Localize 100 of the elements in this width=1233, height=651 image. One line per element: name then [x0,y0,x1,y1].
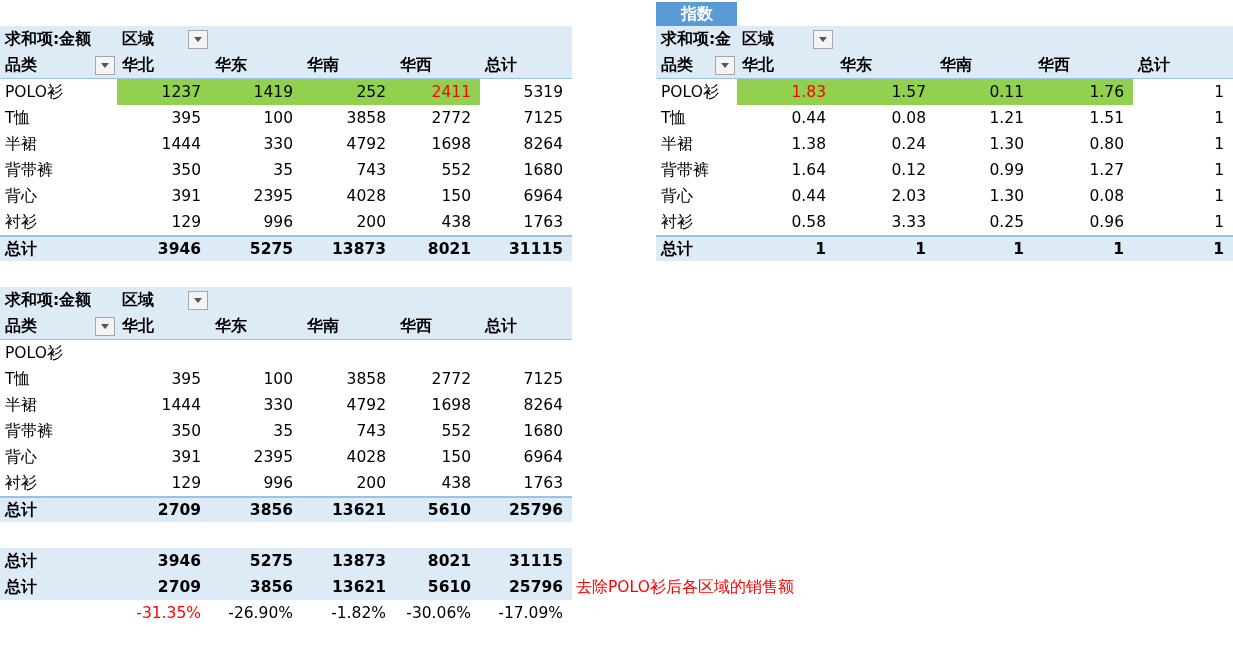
table-cell-text: 2.03 [890,186,927,208]
table-cell: 8021 [395,548,480,574]
filter-dropdown-button[interactable] [715,55,735,75]
table-cell-text: 1763 [522,212,564,233]
table-cell-text: 1.51 [1088,108,1125,130]
table-cell-text: 35 [272,421,294,442]
row-label: 背心 [4,186,38,207]
table-cell: 2709 [117,574,210,600]
table-cell-text: 391 [170,447,202,468]
table-cell-text: 3858 [345,108,387,129]
table-cell-text: 1 [1012,239,1025,261]
row-label: T恤 [660,108,688,130]
table-cell-text: 438 [440,212,472,233]
filter-dropdown-button[interactable] [188,29,208,49]
row-label: T恤 [4,108,32,129]
table-cell-text: 13621 [331,500,387,521]
table-cell-text: 330 [262,134,294,155]
table-cell-text: 4792 [345,134,387,155]
table-cell-text: 100 [262,108,294,129]
table-cell-text: 7125 [522,108,564,129]
table-cell-text: 5319 [522,82,564,103]
table-cell-text: 330 [262,395,294,416]
row-label: POLO衫 [4,343,64,364]
row-label: 背心 [4,447,38,468]
row-label: 半裙 [660,134,694,156]
column-header: 华南 [939,55,973,77]
value-field-label: 求和项:金 [659,29,733,51]
column-header: 总计 [483,55,518,76]
table-cell-text: 0.44 [790,108,827,130]
table-cell-text: -31.35% [135,603,202,624]
filter-dropdown-button[interactable] [95,316,115,336]
row-label: 总计 [0,548,117,574]
table-cell: 13621 [302,574,395,600]
table-cell-text: 7125 [522,369,564,390]
column-header: 华南 [306,316,340,337]
table-cell-text: 200 [355,473,387,494]
table-cell-text: 1 [914,239,927,261]
row-label: 背带裤 [660,160,710,182]
row-label: 半裙 [4,134,38,155]
row-label: POLO衫 [660,82,720,104]
table-cell-text: 8264 [522,134,564,155]
table-cell-text: 1.21 [988,108,1025,130]
row-label: 总计 [659,239,694,261]
column-header: 华西 [1037,55,1071,77]
column-header: 总计 [483,316,518,337]
table-cell-text: 0.08 [1088,186,1125,208]
column-header: 华南 [306,55,340,76]
table-cell-text: 395 [170,108,202,129]
table-cell-text: 1698 [430,395,472,416]
table-cell-text: 100 [262,369,294,390]
table-cell: 1.83 [737,79,835,106]
table-cell-text: 1680 [522,160,564,181]
row-label: 衬衫 [660,212,694,234]
value-field-label: 求和项:金额 [3,290,93,311]
column-header: 华北 [741,55,775,77]
table-cell-text: 6964 [522,447,564,468]
table-cell-text: 552 [440,160,472,181]
table-cell-text: 129 [170,212,202,233]
table-cell-text: 8021 [426,239,472,260]
table-cell-text: 150 [440,186,472,207]
table-cell-text: 6964 [522,186,564,207]
filter-dropdown-button[interactable] [95,55,115,75]
table-cell-text: 0.44 [790,186,827,208]
table-cell-text: 0.08 [890,108,927,130]
column-header: 总计 [1136,55,1171,77]
table-cell-text: 1 [1213,212,1225,234]
row-label: 总计 [0,574,117,600]
sheet-tab-label: 指数 [656,2,737,26]
row-label: 背心 [660,186,694,208]
table-cell-text: 31115 [508,239,564,260]
table-cell-text: 200 [355,212,387,233]
column-header: 华东 [839,55,873,77]
table-cell-text: 4028 [345,186,387,207]
column-header: 华东 [214,55,248,76]
table-cell: 1419 [210,79,302,105]
row-label: 背带裤 [4,421,54,442]
table-cell-text: 438 [440,473,472,494]
filter-dropdown-button[interactable] [813,29,833,49]
table-cell: 1.57 [835,79,935,106]
value-field-label: 求和项:金额 [3,29,93,50]
table-cell-text: 2395 [252,447,294,468]
table-cell-text: 996 [262,212,294,233]
table-cell-text: 4028 [345,447,387,468]
row-label: 半裙 [4,395,38,416]
table-cell: 25796 [480,574,572,600]
table-cell-text: 1 [1213,108,1225,130]
row-label: 衬衫 [4,473,38,494]
row-label: 衬衫 [4,212,38,233]
table-cell-text: 2395 [252,186,294,207]
table-cell-text: 13873 [331,239,387,260]
table-cell-text: 350 [170,160,202,181]
column-header: 华东 [214,316,248,337]
table-cell-text: -1.82% [330,603,387,624]
row-label: POLO衫 [4,82,64,103]
table-cell-text: 0.25 [988,212,1025,234]
table-cell-text: 5275 [248,239,294,260]
table-cell-text: 743 [355,160,387,181]
table-cell-text: 150 [440,447,472,468]
row-label: T恤 [4,369,32,390]
filter-dropdown-button[interactable] [188,290,208,310]
